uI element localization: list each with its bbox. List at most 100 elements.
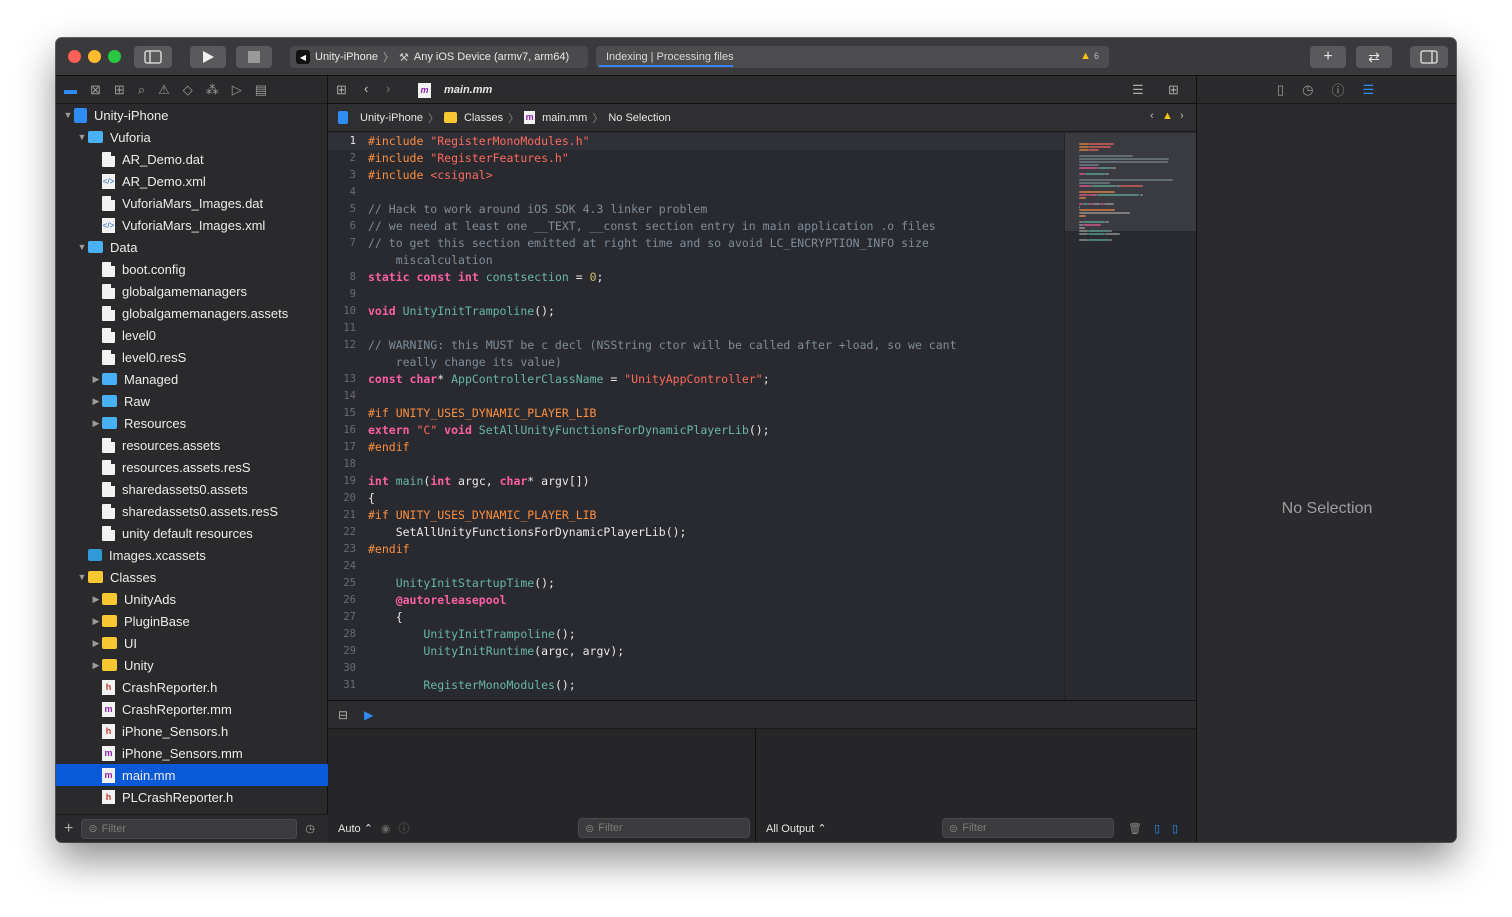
- jumpbar-symbol[interactable]: No Selection: [608, 112, 670, 124]
- tree-row[interactable]: </> AR_Demo.xml: [56, 170, 328, 192]
- line-number[interactable]: 29: [328, 643, 368, 660]
- line-number[interactable]: 5: [328, 201, 368, 218]
- tree-row[interactable]: m main.mm: [56, 764, 328, 786]
- scheme-selector[interactable]: ◀ Unity-iPhone 〉 ⚒ Any iOS Device (armv7…: [290, 46, 588, 68]
- help-icon[interactable]: ⓘ: [1332, 80, 1345, 99]
- editor-options-icon[interactable]: ☰: [1132, 82, 1144, 98]
- stop-button[interactable]: [236, 46, 272, 68]
- disclosure-open-icon[interactable]: ▼: [76, 572, 88, 582]
- tree-row[interactable]: unity default resources: [56, 522, 328, 544]
- info-icon[interactable]: ⓘ: [399, 820, 410, 836]
- tree-row[interactable]: resources.assets.resS: [56, 456, 328, 478]
- toggle-navigator-button[interactable]: [134, 46, 172, 68]
- line-number[interactable]: 19: [328, 473, 368, 490]
- tree-row[interactable]: boot.config: [56, 258, 328, 280]
- disclosure-closed-icon[interactable]: ▶: [90, 638, 102, 649]
- tree-row[interactable]: Images.xcassets: [56, 544, 328, 566]
- line-number[interactable]: 4: [328, 184, 368, 201]
- related-items-icon[interactable]: ⊞: [336, 82, 347, 98]
- warning-indicator[interactable]: ▲ 6: [1080, 50, 1099, 62]
- tree-row[interactable]: level0: [56, 324, 328, 346]
- disclosure-closed-icon[interactable]: ▶: [90, 396, 102, 407]
- line-number[interactable]: 11: [328, 320, 368, 337]
- add-editor-icon[interactable]: ⊞: [1168, 82, 1179, 98]
- tree-row[interactable]: ▶ UnityAds: [56, 588, 328, 610]
- line-number[interactable]: 8: [328, 269, 368, 286]
- hide-debug-area-icon[interactable]: ⊟: [338, 708, 348, 722]
- jumpbar-group[interactable]: Classes: [464, 112, 503, 124]
- tree-row[interactable]: ▶ UI: [56, 632, 328, 654]
- line-number[interactable]: 12: [328, 337, 368, 354]
- line-number[interactable]: [328, 354, 368, 371]
- tree-row[interactable]: h PLCrashReporter.h: [56, 786, 328, 804]
- line-number[interactable]: 26: [328, 592, 368, 609]
- split-view-right-icon[interactable]: ▯: [1172, 822, 1178, 835]
- tree-row[interactable]: VuforiaMars_Images.dat: [56, 192, 328, 214]
- issue-warning-icon[interactable]: ⚠: [158, 82, 170, 98]
- tree-row[interactable]: resources.assets: [56, 434, 328, 456]
- attributes-inspector-icon[interactable]: ☰: [1363, 82, 1375, 98]
- tree-row[interactable]: globalgamemanagers: [56, 280, 328, 302]
- output-mode-select[interactable]: All Output ⌃: [766, 822, 827, 835]
- folder-icon[interactable]: ▬: [64, 82, 77, 97]
- line-number[interactable]: 17: [328, 439, 368, 456]
- code-area[interactable]: 1 #include "RegisterMonoModules.h" 2 #inclu…: [328, 133, 1196, 700]
- line-number[interactable]: 18: [328, 456, 368, 473]
- tree-row[interactable]: sharedassets0.assets.resS: [56, 500, 328, 522]
- split-view-left-icon[interactable]: ▯: [1154, 822, 1160, 835]
- debug-spray-icon[interactable]: ⁂: [206, 82, 219, 98]
- disclosure-open-icon[interactable]: ▼: [76, 242, 88, 252]
- toggle-inspector-button[interactable]: [1410, 46, 1448, 68]
- line-number[interactable]: 13: [328, 371, 368, 388]
- tree-row[interactable]: m iPhone_Sensors.mm: [56, 742, 328, 764]
- line-number[interactable]: 14: [328, 388, 368, 405]
- source-control-icon[interactable]: ⊠: [90, 82, 101, 98]
- zoom-window-button[interactable]: [108, 50, 121, 63]
- code-review-button[interactable]: ⇄: [1356, 46, 1392, 68]
- tab-main-mm[interactable]: m main.mm: [418, 76, 498, 104]
- line-number[interactable]: 3: [328, 167, 368, 184]
- eye-icon[interactable]: ◉: [381, 822, 391, 835]
- disclosure-closed-icon[interactable]: ▶: [90, 660, 102, 671]
- line-number[interactable]: 9: [328, 286, 368, 303]
- tree-row[interactable]: AR_Demo.dat: [56, 148, 328, 170]
- line-number[interactable]: 23: [328, 541, 368, 558]
- search-icon[interactable]: ⌕: [138, 82, 145, 98]
- line-number[interactable]: 1: [328, 133, 368, 150]
- report-icon[interactable]: ▤: [255, 82, 267, 98]
- tree-row[interactable]: ▶ Managed: [56, 368, 328, 390]
- line-number[interactable]: 10: [328, 303, 368, 320]
- line-number[interactable]: 22: [328, 524, 368, 541]
- tree-row[interactable]: ▼ Data: [56, 236, 328, 258]
- line-number[interactable]: 16: [328, 422, 368, 439]
- navigator-filter-input[interactable]: ⊜ Filter: [81, 818, 298, 839]
- line-number[interactable]: 2: [328, 150, 368, 167]
- symbol-navigator-icon[interactable]: ⊞: [114, 82, 125, 98]
- line-number[interactable]: 24: [328, 558, 368, 575]
- tree-row[interactable]: ▶ PluginBase: [56, 610, 328, 632]
- disclosure-open-icon[interactable]: ▼: [76, 132, 88, 142]
- warning-icon[interactable]: ▲: [1162, 110, 1173, 122]
- disclosure-closed-icon[interactable]: ▶: [90, 616, 102, 627]
- back-arrow-icon[interactable]: ‹: [364, 81, 368, 96]
- tree-row[interactable]: ▶ Resources: [56, 412, 328, 434]
- forward-arrow-icon[interactable]: ›: [386, 81, 390, 96]
- breakpoints-toggle-icon[interactable]: ▶: [364, 708, 373, 722]
- recent-files-icon[interactable]: ◷: [305, 822, 315, 835]
- file-inspector-icon[interactable]: ▯: [1277, 82, 1284, 98]
- run-button[interactable]: [190, 46, 226, 68]
- console-filter-input[interactable]: ⊜ Filter: [942, 818, 1114, 838]
- line-number[interactable]: 15: [328, 405, 368, 422]
- line-number[interactable]: 31: [328, 677, 368, 694]
- line-number[interactable]: 27: [328, 609, 368, 626]
- tree-row[interactable]: globalgamemanagers.assets: [56, 302, 328, 324]
- close-window-button[interactable]: [68, 50, 81, 63]
- test-diamond-icon[interactable]: ◇: [183, 82, 193, 98]
- tree-row[interactable]: ▶ Raw: [56, 390, 328, 412]
- disclosure-closed-icon[interactable]: ▶: [90, 374, 102, 385]
- tree-row[interactable]: h iPhone_Sensors.h: [56, 720, 328, 742]
- tree-row[interactable]: </> VuforiaMars_Images.xml: [56, 214, 328, 236]
- line-number[interactable]: 7: [328, 235, 368, 252]
- minimap[interactable]: [1064, 133, 1196, 700]
- disclosure-open-icon[interactable]: ▼: [62, 110, 74, 120]
